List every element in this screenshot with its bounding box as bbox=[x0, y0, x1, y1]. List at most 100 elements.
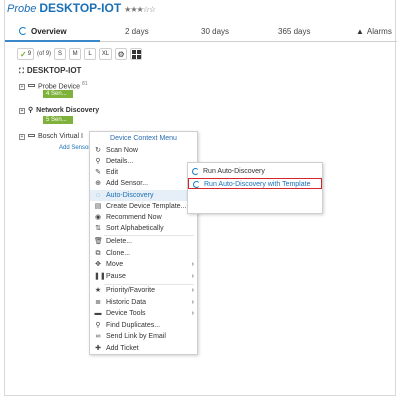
menu-item-scan-now[interactable]: ↻ Scan Now bbox=[90, 145, 197, 156]
grid-view-button[interactable] bbox=[130, 48, 143, 60]
menu-item-historic-data[interactable]: ≣ Historic Data › bbox=[90, 297, 197, 308]
tools-icon: ▬ bbox=[94, 310, 102, 317]
menu-item-label: Delete... bbox=[106, 238, 133, 245]
tab-alarms-label: Alarms bbox=[366, 27, 392, 36]
spinner-icon: ◌ bbox=[95, 192, 101, 199]
size-m-button[interactable]: M bbox=[69, 48, 82, 60]
menu-item-label: Priority/Favorite bbox=[106, 287, 156, 294]
tree-node-network-discovery[interactable]: + ⚲ Network Discovery bbox=[19, 106, 99, 114]
link-icon: ∞ bbox=[95, 333, 101, 340]
tree-root[interactable]: ⛶ DESKTOP-IOT bbox=[19, 66, 81, 76]
tree-node-probe-device[interactable]: + Probe Device 81 bbox=[19, 81, 88, 91]
sort-icon: ⇅ bbox=[95, 225, 101, 232]
sensor-status-badge[interactable]: 4 Sen... bbox=[43, 90, 73, 98]
move-icon: ✥ bbox=[95, 261, 101, 268]
menu-item-pause[interactable]: ❚❚ Pause › bbox=[90, 271, 197, 282]
spinner-icon bbox=[19, 27, 27, 35]
warning-icon: ▲ bbox=[356, 27, 364, 36]
clone-icon: ⧉ bbox=[95, 250, 101, 257]
recommend-icon: ◉ bbox=[94, 214, 102, 221]
context-menu-header: Device Context Menu bbox=[110, 135, 177, 142]
node-superscript: 81 bbox=[82, 81, 88, 87]
sensor-status-badge[interactable]: 5 Sen... bbox=[43, 116, 73, 124]
menu-item-send-link[interactable]: ∞ Send Link by Email bbox=[90, 331, 197, 342]
menu-item-add-sensor[interactable]: ⊕ Add Sensor... bbox=[90, 178, 197, 189]
star-icon: ★ bbox=[94, 287, 102, 294]
menu-item-delete[interactable]: 🗑 Delete... bbox=[90, 236, 197, 247]
menu-item-label: Sort Alphabetically bbox=[106, 225, 164, 232]
menu-item-clone[interactable]: ⧉ Clone... bbox=[90, 248, 197, 259]
chevron-right-icon: › bbox=[191, 310, 194, 317]
plus-icon: ⊕ bbox=[95, 180, 101, 187]
search-icon: ⚲ bbox=[95, 322, 101, 329]
view-toolbar: ✓ 9 (of 9) S M L XL ⚙ bbox=[17, 48, 145, 60]
tree-root-label: DESKTOP-IOT bbox=[26, 66, 82, 75]
menu-item-label: Add Sensor... bbox=[106, 180, 149, 187]
network-icon: ⚲ bbox=[28, 107, 34, 114]
menu-item-auto-discovery[interactable]: ◌Auto-Discovery› bbox=[90, 190, 197, 201]
size-l-button[interactable]: L bbox=[84, 48, 97, 60]
title-prefix: Probe bbox=[7, 3, 37, 15]
chevron-right-icon: › bbox=[191, 299, 194, 306]
add-sensor-link[interactable]: Add Sensor bbox=[59, 145, 90, 151]
chevron-right-icon: › bbox=[191, 261, 194, 268]
tab-2-days[interactable]: 2 days bbox=[125, 27, 149, 36]
page-frame: Probe DESKTOP-IOT ★★★☆☆ Overview 2 days … bbox=[4, 0, 397, 396]
menu-item-label: Pause bbox=[106, 273, 126, 280]
expand-icon[interactable]: + bbox=[19, 84, 25, 91]
probe-icon: ⛶ bbox=[19, 68, 24, 75]
ticket-icon: ✚ bbox=[95, 345, 101, 352]
menu-item-add-ticket[interactable]: ✚ Add Ticket bbox=[90, 343, 197, 354]
menu-item-label: Historic Data bbox=[106, 299, 147, 306]
menu-item-priority-favorite[interactable]: ★ Priority/Favorite › bbox=[90, 285, 197, 296]
page-title: Probe DESKTOP-IOT ★★★☆☆ bbox=[7, 1, 156, 15]
submenu-item-run-auto-discovery-with-template[interactable]: Run Auto-Discovery with Template bbox=[188, 178, 322, 189]
spinner-icon bbox=[193, 181, 200, 188]
tab-2-days-label: 2 days bbox=[125, 27, 149, 36]
tab-alarms[interactable]: ▲ Alarms bbox=[356, 27, 392, 36]
gear-icon: ⚙ bbox=[117, 49, 125, 59]
menu-item-move[interactable]: ✥ Move › bbox=[90, 259, 197, 270]
size-s-button[interactable]: S bbox=[54, 48, 67, 60]
sensor-badge-label: 4 Sen... bbox=[46, 91, 67, 97]
grid-icon bbox=[131, 49, 141, 59]
menu-item-recommend-now[interactable]: ◉ Recommend Now bbox=[90, 212, 197, 223]
edit-icon: ✎ bbox=[95, 169, 101, 176]
search-icon: ⚲ bbox=[95, 158, 101, 165]
size-xl-button[interactable]: XL bbox=[99, 48, 113, 60]
check-icon: ✓ bbox=[20, 49, 27, 59]
menu-item-edit[interactable]: ✎Edit› bbox=[90, 167, 197, 178]
menu-item-label: Scan Now bbox=[106, 147, 138, 154]
tab-bar: Overview 2 days 30 days 365 days ▲ Alarms bbox=[5, 25, 397, 42]
expand-icon[interactable]: + bbox=[19, 134, 25, 140]
menu-item-label: Find Duplicates... bbox=[106, 322, 161, 329]
chevron-right-icon: › bbox=[191, 287, 194, 294]
menu-item-find-duplicates[interactable]: ⚲ Find Duplicates... bbox=[90, 320, 197, 331]
tab-30-days[interactable]: 30 days bbox=[201, 27, 229, 36]
menu-item-device-tools[interactable]: ▬ Device Tools › bbox=[90, 308, 197, 319]
menu-item-details[interactable]: ⚲ Details... bbox=[90, 156, 197, 167]
priority-stars[interactable]: ★★★☆☆ bbox=[124, 5, 156, 14]
expand-icon[interactable]: + bbox=[19, 108, 25, 114]
auto-discovery-submenu: Run Auto-Discovery Run Auto-Discovery wi… bbox=[187, 162, 323, 214]
device-name: DESKTOP-IOT bbox=[39, 1, 122, 15]
menu-item-create-device-template[interactable]: ▤ Create Device Template... bbox=[90, 201, 197, 212]
tab-overview[interactable]: Overview bbox=[19, 27, 67, 36]
menu-item-label: Device Tools bbox=[106, 310, 146, 317]
filter-count-button[interactable]: ✓ 9 bbox=[17, 48, 35, 60]
tab-365-days[interactable]: 365 days bbox=[278, 27, 310, 36]
refresh-icon: ↻ bbox=[95, 147, 101, 154]
submenu-item-run-auto-discovery[interactable]: Run Auto-Discovery bbox=[188, 166, 322, 177]
settings-button[interactable]: ⚙ bbox=[115, 48, 128, 60]
menu-item-label: Clone... bbox=[106, 250, 131, 257]
sensor-badge-label: 5 Sen... bbox=[46, 117, 67, 123]
active-tab-indicator bbox=[5, 40, 100, 42]
menu-item-label: Send Link by Email bbox=[106, 333, 166, 340]
tab-30-days-label: 30 days bbox=[201, 27, 230, 36]
template-icon: ▤ bbox=[94, 203, 102, 210]
tree-node-label: Network Discovery bbox=[36, 107, 100, 114]
tree-node-label: Bosch Virtual I bbox=[38, 133, 84, 140]
tree-node-bosch-virtual[interactable]: + Bosch Virtual I bbox=[19, 133, 83, 140]
chevron-right-icon: › bbox=[191, 273, 194, 280]
menu-item-sort-alphabetically[interactable]: ⇅ Sort Alphabetically bbox=[90, 223, 197, 234]
